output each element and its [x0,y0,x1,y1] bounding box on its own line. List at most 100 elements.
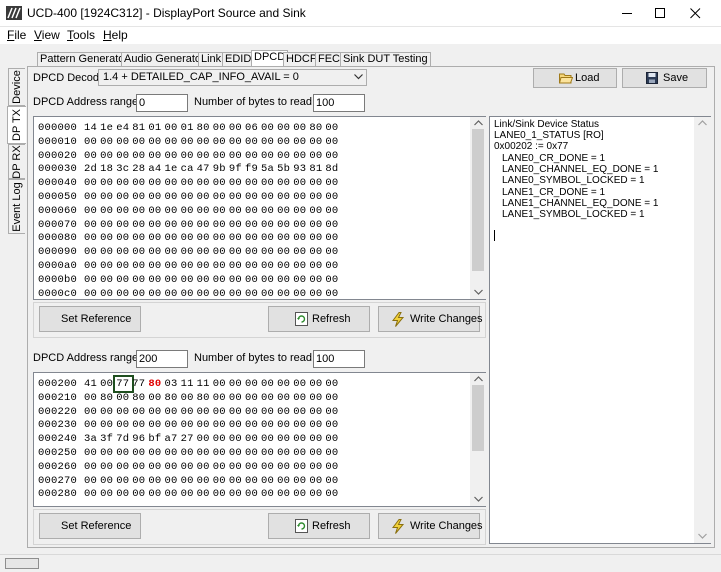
hex-byte[interactable]: 00 [229,274,244,286]
hex-byte[interactable]: 00 [100,246,115,258]
hex-byte[interactable]: 00 [181,392,196,404]
hex-byte[interactable]: 00 [197,191,212,203]
hex-byte[interactable]: 9b [213,163,228,175]
hex-byte[interactable]: 00 [213,419,228,431]
hex-byte[interactable]: 81 [132,122,147,134]
hex-byte[interactable]: 00 [229,461,244,473]
lower-write-changes-button[interactable]: Write Changes [378,513,483,539]
hex-byte[interactable]: 00 [325,447,340,459]
hex-byte[interactable]: f9 [245,163,260,175]
hex-byte[interactable]: 00 [148,288,163,299]
hex-byte[interactable]: 00 [181,232,196,244]
hex-byte[interactable]: 00 [277,150,292,162]
hex-byte[interactable]: 00 [293,260,308,272]
hex-byte[interactable]: 00 [213,392,228,404]
hex-byte[interactable]: 00 [325,419,340,431]
hex-byte[interactable]: 00 [116,150,131,162]
hex-byte[interactable]: 00 [293,406,308,418]
lower-refresh-button[interactable]: Refresh [268,513,370,539]
hex-byte[interactable]: 00 [181,288,196,299]
hex-byte[interactable]: 00 [261,475,276,487]
hex-byte[interactable]: 00 [197,406,212,418]
hex-byte[interactable]: 00 [164,475,179,487]
hex-byte[interactable]: a4 [148,163,163,175]
hex-byte[interactable]: 00 [229,136,244,148]
hex-byte[interactable]: e4 [116,122,131,134]
hex-byte[interactable]: 00 [181,488,196,500]
hex-byte[interactable]: bf [148,433,163,445]
tab-fec[interactable]: FEC [315,52,343,66]
hex-byte[interactable]: 00 [100,219,115,231]
hex-byte[interactable]: 00 [293,288,308,299]
hex-byte[interactable]: 00 [181,150,196,162]
hex-byte[interactable]: 00 [213,232,228,244]
hex-byte[interactable]: 00 [309,177,324,189]
hex-byte[interactable]: 00 [132,232,147,244]
hex-byte[interactable]: 00 [181,191,196,203]
hex-byte[interactable]: 00 [197,488,212,500]
hex-byte[interactable]: 00 [164,260,179,272]
hex-byte[interactable]: 00 [132,246,147,258]
hex-byte[interactable]: 00 [164,150,179,162]
hex-byte[interactable]: 00 [148,177,163,189]
hex-byte[interactable]: 00 [277,260,292,272]
side-tab-dp-tx[interactable]: DP TX [7,106,26,144]
hex-byte[interactable]: 00 [132,191,147,203]
scroll-up-icon[interactable] [474,376,483,382]
hex-byte[interactable]: 00 [293,191,308,203]
hex-byte[interactable]: 00 [100,288,115,299]
hex-byte[interactable]: 00 [261,232,276,244]
hex-byte[interactable]: 00 [229,488,244,500]
hex-byte[interactable]: 00 [181,419,196,431]
hex-byte[interactable]: 00 [197,419,212,431]
hex-byte[interactable]: 00 [229,260,244,272]
hex-byte[interactable]: 00 [277,232,292,244]
hex-byte[interactable]: 00 [325,246,340,258]
hex-byte[interactable]: 00 [181,274,196,286]
hex-byte[interactable]: 00 [213,433,228,445]
hex-byte[interactable]: 00 [100,260,115,272]
menu-view[interactable]: View [34,28,60,42]
hex-byte[interactable]: 00 [325,461,340,473]
hex-byte[interactable]: 00 [309,232,324,244]
hex-byte[interactable]: 00 [164,288,179,299]
hex-byte[interactable]: 00 [181,205,196,217]
hex-byte[interactable]: 00 [84,447,99,459]
hex-byte[interactable]: 00 [325,488,340,500]
hex-byte[interactable]: 00 [197,475,212,487]
hex-byte[interactable]: 00 [116,475,131,487]
lower-count-input[interactable]: 100 [313,350,365,368]
hex-byte[interactable]: 00 [84,392,99,404]
hex-byte[interactable]: 00 [261,122,276,134]
hex-byte[interactable]: 00 [229,288,244,299]
hex-byte[interactable]: 00 [309,406,324,418]
upper-write-changes-button[interactable]: Write Changes [378,306,483,332]
hex-byte[interactable]: 81 [309,163,324,175]
hex-byte[interactable]: 9f [229,163,244,175]
hex-byte[interactable]: 00 [148,419,163,431]
hex-byte[interactable]: 00 [116,288,131,299]
hex-byte[interactable]: 00 [116,205,131,217]
side-tab-dp-rx[interactable]: DP RX [8,144,25,179]
hex-byte[interactable]: 00 [84,136,99,148]
hex-byte[interactable]: 00 [261,288,276,299]
hex-byte[interactable]: 00 [277,406,292,418]
hex-byte[interactable]: 1e [164,163,179,175]
upper-hex-scrollbar[interactable] [470,117,487,299]
hex-byte[interactable]: 00 [229,150,244,162]
hex-byte[interactable]: 00 [116,274,131,286]
hex-byte[interactable]: 00 [148,136,163,148]
hex-byte[interactable]: 00 [309,150,324,162]
tab-edid[interactable]: EDID [222,52,255,66]
close-button[interactable] [673,0,719,27]
hex-byte[interactable]: 00 [213,177,228,189]
hex-byte[interactable]: 00 [164,406,179,418]
dpcd-decoder-select[interactable]: 1.4 + DETAILED_CAP_INFO_AVAIL = 0 [98,69,367,86]
hex-byte[interactable]: 00 [132,205,147,217]
hex-byte[interactable]: 00 [277,136,292,148]
hex-byte[interactable]: 00 [293,232,308,244]
hex-byte[interactable]: 47 [197,163,212,175]
hex-byte[interactable]: 00 [148,475,163,487]
hex-byte[interactable]: 00 [277,122,292,134]
hex-byte[interactable]: 96 [132,433,147,445]
